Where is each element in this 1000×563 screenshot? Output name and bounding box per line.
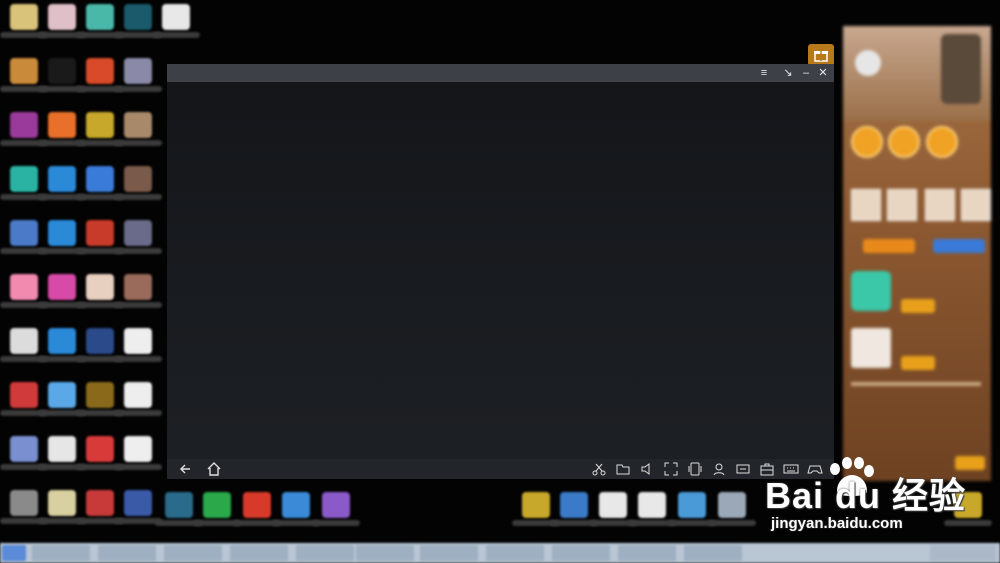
taskbar-item[interactable]	[164, 545, 222, 561]
gift-button[interactable]	[808, 44, 834, 66]
game-icon[interactable]	[851, 328, 891, 368]
close-icon[interactable]: ✕	[816, 66, 830, 80]
taskbar-item[interactable]	[356, 545, 414, 561]
home-icon[interactable]	[206, 461, 222, 477]
fullscreen-icon[interactable]	[663, 461, 679, 477]
gift-icon	[814, 51, 828, 62]
desktop-file-icon[interactable]	[114, 326, 162, 372]
taskbar-item[interactable]	[296, 545, 354, 561]
minimize-icon[interactable]: –	[799, 66, 813, 80]
taskbar-item[interactable]	[32, 545, 90, 561]
desktop-app-icon[interactable]	[312, 490, 360, 536]
taskbar	[0, 543, 1000, 563]
taskbar-item[interactable]	[230, 545, 288, 561]
desktop-recycle-icon[interactable]	[708, 490, 756, 536]
shake-icon[interactable]	[687, 461, 703, 477]
watermark-url: jingyan.baidu.com	[771, 515, 903, 532]
app-text-line	[851, 382, 981, 386]
taskbar-item[interactable]	[618, 545, 676, 561]
download-button[interactable]	[901, 299, 935, 313]
back-icon[interactable]	[178, 461, 194, 477]
item-thumbnail[interactable]	[961, 189, 991, 221]
scissors-icon[interactable]	[591, 461, 607, 477]
character-image	[941, 34, 981, 104]
folder-icon[interactable]	[615, 461, 631, 477]
system-tray-clock[interactable]	[930, 545, 996, 561]
item-thumbnail[interactable]	[851, 189, 881, 221]
game-icon[interactable]	[851, 271, 891, 311]
taskbar-item[interactable]	[420, 545, 478, 561]
emulator-screen[interactable]	[167, 82, 834, 459]
feature-circle-icon[interactable]	[926, 126, 958, 158]
restore-icon[interactable]: ↘	[781, 66, 795, 80]
menu-icon[interactable]: ≡	[757, 66, 771, 80]
feature-circle-icon[interactable]	[851, 126, 883, 158]
taskbar-item[interactable]	[486, 545, 544, 561]
taskbar-item[interactable]	[552, 545, 610, 561]
orange-button[interactable]	[863, 239, 915, 253]
blue-button[interactable]	[933, 239, 985, 253]
desktop-file-icon[interactable]	[152, 2, 200, 48]
emulator-window[interactable]: ≡ ↘ – ✕	[167, 64, 834, 479]
desktop-app-icon[interactable]	[114, 164, 162, 210]
location-icon[interactable]	[711, 461, 727, 477]
item-thumbnail[interactable]	[925, 189, 955, 221]
desktop-app-icon[interactable]	[114, 218, 162, 264]
desktop-app-icon[interactable]	[114, 110, 162, 156]
taskbar-item[interactable]	[684, 545, 742, 561]
baidu-watermark: Bai du 经验 jingyan.baidu.com	[765, 455, 1000, 545]
apk-icon[interactable]	[735, 461, 751, 477]
item-thumbnail[interactable]	[887, 189, 917, 221]
app-panel[interactable]	[843, 26, 991, 481]
volume-icon[interactable]	[639, 461, 655, 477]
avatar[interactable]	[855, 50, 881, 76]
desktop-app-icon[interactable]	[114, 272, 162, 318]
feature-circle-icon[interactable]	[888, 126, 920, 158]
desktop-file-icon[interactable]	[114, 380, 162, 426]
emulator-titlebar[interactable]: ≡ ↘ – ✕	[167, 64, 834, 82]
desktop-app-icon[interactable]	[114, 56, 162, 102]
start-button[interactable]	[2, 545, 26, 561]
desktop-file-icon[interactable]	[114, 434, 162, 480]
download-button[interactable]	[901, 356, 935, 370]
emulator-toolbar	[167, 459, 834, 479]
watermark-brand: Bai du 经验	[765, 475, 967, 516]
taskbar-item[interactable]	[98, 545, 156, 561]
